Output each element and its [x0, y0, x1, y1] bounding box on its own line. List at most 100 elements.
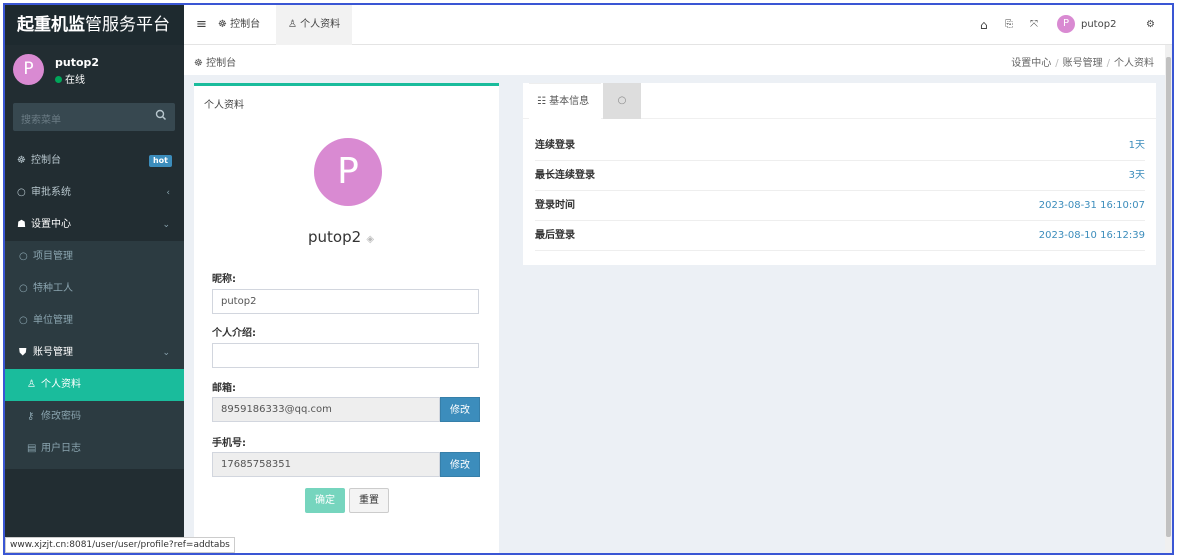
avatar: P	[13, 54, 44, 85]
tab-profile[interactable]: ♙ 个人资料	[276, 5, 353, 45]
dashboard-icon: ☸	[194, 58, 207, 69]
brand-bold: 起重机监	[17, 15, 85, 35]
top-navbar: ≡ ☸ 控制台 ♙ 个人资料 ⌂ ⎘ ⤧ Pputop2 ⚙	[184, 5, 1172, 45]
sidebar-item-workers[interactable]: ○ 特种工人	[5, 273, 184, 305]
sidebar-item-label: 设置中心	[31, 219, 71, 230]
sidebar-item-dashboard[interactable]: ☸ 控制台 hot	[5, 145, 184, 177]
breadcrumb-home[interactable]: ☸ 控制台	[194, 54, 236, 69]
circle-icon: ○	[19, 283, 28, 294]
nickname-field[interactable]: putop2	[212, 289, 479, 314]
user-status: 在线	[55, 71, 85, 86]
shield-icon: ⛊	[19, 347, 27, 358]
settings-gear-icon[interactable]: ⚙	[1146, 5, 1155, 45]
brand-logo[interactable]: 起重机监管服务平台	[5, 5, 184, 45]
tab-secondary[interactable]: ○	[603, 83, 641, 119]
email-field: 8959186333@qq.com	[212, 397, 440, 422]
settings-submenu: ○ 项目管理 ○ 特种工人 ○ 单位管理 ⛊ 账号管理 ⌄ ♙ 个人资料 ⚷ 修改密码 ▤ 用…	[5, 241, 184, 469]
tab-basic-info[interactable]: ☷ 基本信息	[529, 83, 601, 119]
info-row: 连续登录 1天	[535, 131, 1145, 161]
breadcrumb-trail: 设置中心 / 账号管理 / 个人资料	[1011, 58, 1154, 69]
sidebar-item-accounts[interactable]: ⛊ 账号管理 ⌄	[5, 337, 184, 369]
sidebar-item-password[interactable]: ⚷ 修改密码	[5, 401, 184, 433]
info-value: 2023-08-10 16:12:39	[1038, 230, 1145, 241]
search-input[interactable]: 搜索菜单	[13, 103, 175, 131]
sidebar-item-label: 账号管理	[33, 347, 73, 358]
sidebar-item-logs[interactable]: ▤ 用户日志	[5, 433, 184, 465]
circle-icon: ○	[17, 187, 26, 198]
file-icon: ▤	[27, 443, 37, 454]
confirm-button[interactable]: 确定	[305, 488, 345, 513]
email-label: 邮箱:	[212, 383, 236, 394]
key-icon: ⚷	[27, 411, 35, 422]
sidebar: 起重机监管服务平台 P putop2 在线 搜索菜单 ☸ 控制台 hot ○ 审批系…	[5, 5, 184, 553]
user-panel: P putop2 在线	[5, 45, 184, 101]
info-row: 最长连续登录 3天	[535, 161, 1145, 191]
clear-cache-icon[interactable]: ⎘	[1005, 5, 1013, 45]
sidebar-item-approval[interactable]: ○ 审批系统 ‹	[5, 177, 184, 209]
profile-avatar[interactable]: P	[314, 138, 382, 206]
intro-field[interactable]	[212, 343, 479, 368]
list-icon: ☷	[537, 96, 550, 107]
home-icon[interactable]: ⌂	[980, 5, 988, 45]
info-card: ☷ 基本信息 ○ 连续登录 1天 最长连续登录 3天 登录时间 2023-08-31 …	[523, 83, 1156, 265]
tab-dashboard[interactable]: ☸ 控制台	[218, 5, 260, 45]
sidebar-item-label: 个人资料	[41, 379, 81, 390]
profile-username: putop2 ◈	[308, 228, 374, 246]
sidebar-item-label: 项目管理	[33, 251, 73, 262]
tab-label: 控制台	[230, 19, 261, 30]
search-icon[interactable]	[155, 109, 167, 124]
sidebar-menu: ☸ 控制台 hot ○ 审批系统 ‹ ☗ 设置中心 ⌄ ○ 项目管理 ○ 特种工人 ○ 单位…	[5, 145, 184, 469]
user-menu[interactable]: Pputop2	[1057, 5, 1116, 45]
chevron-left-icon: ‹	[166, 188, 170, 198]
users-icon: ☗	[17, 219, 26, 230]
nickname-label: 昵称:	[212, 274, 236, 285]
tab-label: 个人资料	[300, 19, 341, 30]
browser-frame: 起重机监管服务平台 P putop2 在线 搜索菜单 ☸ 控制台 hot ○ 审批系…	[3, 3, 1174, 555]
breadcrumb: ☸ 控制台 设置中心 / 账号管理 / 个人资料	[184, 45, 1172, 75]
chevron-down-icon: ⌄	[162, 220, 170, 230]
status-url: www.xjzjt.cn:8081/user/user/profile?ref=…	[5, 537, 235, 553]
tab-label: 基本信息	[549, 96, 590, 107]
sidebar-item-units[interactable]: ○ 单位管理	[5, 305, 184, 337]
card-title: 个人资料	[204, 100, 244, 111]
user-status-text: 在线	[65, 75, 85, 86]
sidebar-item-settings[interactable]: ☗ 设置中心 ⌄	[5, 209, 184, 241]
fullscreen-icon[interactable]: ⤧	[1030, 5, 1038, 45]
user-name: putop2	[55, 56, 100, 69]
topbar-username: putop2	[1081, 19, 1117, 30]
breadcrumb-item[interactable]: 账号管理	[1063, 58, 1103, 69]
user-icon: ♙	[27, 379, 36, 390]
edit-email-button[interactable]: 修改	[440, 397, 480, 422]
dashboard-icon: ☸	[218, 19, 231, 30]
diamond-icon: ◈	[363, 234, 375, 245]
scrollbar-thumb[interactable]	[1166, 57, 1171, 537]
user-icon: ♙	[288, 19, 301, 30]
circle-icon: ○	[19, 251, 28, 262]
search-placeholder: 搜索菜单	[21, 115, 61, 126]
online-dot-icon	[55, 76, 62, 83]
reset-button[interactable]: 重置	[349, 488, 389, 513]
menu-toggle-icon[interactable]: ≡	[196, 5, 207, 45]
info-key: 登录时间	[535, 200, 575, 211]
sidebar-item-projects[interactable]: ○ 项目管理	[5, 241, 184, 273]
info-value: 1天	[1128, 140, 1145, 151]
sidebar-item-label: 特种工人	[33, 283, 73, 294]
hot-badge: hot	[148, 155, 172, 167]
info-key: 最长连续登录	[535, 170, 595, 181]
sidebar-item-label: 单位管理	[33, 315, 73, 326]
info-key: 最后登录	[535, 230, 575, 241]
info-key: 连续登录	[535, 140, 575, 151]
dashboard-icon: ☸	[17, 155, 26, 166]
avatar: P	[1057, 15, 1075, 33]
sidebar-item-profile[interactable]: ♙ 个人资料	[5, 369, 184, 401]
chevron-down-icon: ⌄	[162, 348, 170, 358]
circle-icon: ○	[19, 315, 28, 326]
breadcrumb-item[interactable]: 设置中心	[1011, 58, 1051, 69]
profile-username-text: putop2	[308, 228, 362, 246]
edit-phone-button[interactable]: 修改	[440, 452, 480, 477]
intro-label: 个人介绍:	[212, 328, 256, 339]
page-scrollbar[interactable]	[1165, 45, 1172, 553]
circle-icon: ○	[617, 95, 627, 106]
info-row: 最后登录 2023-08-10 16:12:39	[535, 221, 1145, 251]
sidebar-item-label: 用户日志	[41, 443, 81, 454]
